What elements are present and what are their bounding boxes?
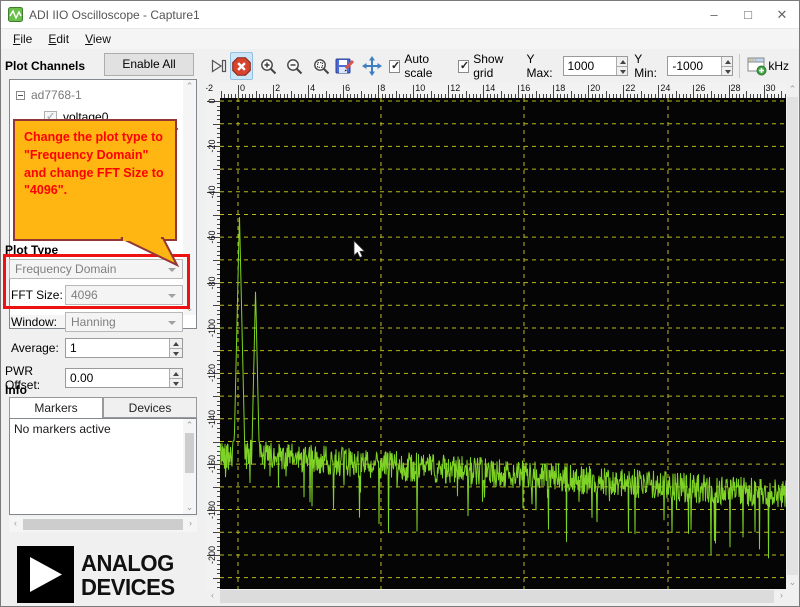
stop-capture-icon[interactable] (230, 52, 254, 80)
pan-icon[interactable] (361, 52, 383, 80)
pwr-offset-spinbox (65, 368, 183, 388)
show-grid-control: Show grid (457, 52, 519, 80)
window-controls: – □ ✕ (697, 1, 799, 28)
y-axis-ruler: 0 -20 -40 -60 -80 -100 -120 -140 -160 -180 -200 (206, 98, 220, 589)
y-min-input[interactable] (668, 57, 721, 75)
logo-line2: DEVICES (81, 573, 175, 600)
zoom-in-icon[interactable] (257, 52, 279, 80)
sidebar: Plot Channels Enable All ad7768-1 voltag… (1, 49, 206, 606)
y-max-label: Y Max: (526, 52, 553, 80)
maximize-button[interactable]: □ (731, 1, 765, 28)
average-label: Average: (11, 341, 59, 355)
capture-play-icon[interactable] (208, 52, 230, 80)
tree-device-row[interactable]: ad7768-1 (16, 88, 82, 102)
save-plot-icon[interactable] (334, 52, 356, 80)
scroll-up-icon[interactable]: ⌃ (183, 80, 196, 93)
window-row: Window: Hanning (11, 312, 183, 332)
spin-down-icon[interactable] (170, 378, 182, 387)
spin-down-icon[interactable] (721, 66, 733, 75)
scroll-down-icon[interactable]: ⌄ (183, 501, 196, 514)
info-horizontal-scrollbar[interactable]: ‹ › (9, 517, 197, 532)
info-tabs: Markers Devices (9, 397, 197, 418)
info-section-label: Info (5, 383, 27, 397)
y-max-spinbox (562, 56, 629, 76)
menu-edit[interactable]: Edit (40, 30, 77, 48)
scroll-down-icon[interactable]: ⌄ (786, 576, 799, 589)
plot-channels-label: Plot Channels (5, 59, 86, 73)
scroll-up-icon[interactable]: ⌃ (183, 419, 196, 432)
x-axis-ruler: -202468101214161820222426283032 (206, 83, 788, 98)
menu-bar: File Edit View (1, 29, 799, 49)
device-label: ad7768-1 (31, 88, 82, 102)
average-spinbox (65, 338, 183, 358)
instruction-callout: Change the plot type to "Frequency Domai… (13, 119, 177, 241)
logo-line1: ANALOG (81, 549, 174, 576)
scroll-right-icon[interactable]: › (775, 589, 788, 602)
toolbar-separator (739, 54, 740, 78)
zoom-out-icon[interactable] (283, 52, 305, 80)
spin-down-icon[interactable] (616, 66, 628, 75)
show-grid-checkbox[interactable] (457, 59, 469, 73)
window-select[interactable]: Hanning (65, 312, 183, 332)
zoom-fit-icon[interactable] (310, 52, 332, 80)
scrollbar-thumb[interactable] (220, 590, 774, 603)
y-max-input[interactable] (563, 57, 616, 75)
info-vertical-scrollbar[interactable]: ⌃ ⌄ (183, 419, 196, 514)
pwr-offset-row: PWR Offset: (5, 364, 183, 392)
scroll-right-icon[interactable]: › (184, 517, 197, 530)
x-axis-unit-label: kHz (768, 59, 789, 73)
menu-file[interactable]: File (5, 30, 40, 48)
average-input[interactable] (66, 339, 170, 357)
scrollbar-thumb[interactable] (185, 433, 194, 473)
y-min-label: Y Min: (634, 52, 657, 80)
window-value: Hanning (71, 315, 116, 329)
spin-up-icon[interactable] (170, 369, 182, 379)
app-icon (8, 7, 23, 22)
plot-area[interactable] (219, 98, 789, 589)
scroll-up-icon[interactable]: ⌃ (786, 83, 799, 96)
y-min-spinbox (667, 56, 734, 76)
markers-status-text: No markers active (14, 422, 111, 436)
new-plot-icon[interactable] (746, 52, 768, 80)
auto-scale-checkbox[interactable] (389, 59, 401, 73)
spin-up-icon[interactable] (721, 57, 733, 67)
chevron-down-icon (168, 321, 176, 325)
callout-tail (120, 237, 180, 267)
spin-up-icon[interactable] (170, 339, 182, 349)
average-row: Average: (11, 338, 183, 358)
close-button[interactable]: ✕ (765, 1, 799, 28)
app-window: ADI IIO Oscilloscope - Capture1 – □ ✕ Fi… (0, 0, 800, 607)
markers-info-panel: No markers active ⌃ ⌄ (9, 418, 197, 515)
plot-vertical-scrollbar[interactable]: ⌃ ⌄ (786, 83, 799, 589)
spin-up-icon[interactable] (616, 57, 628, 67)
menu-view[interactable]: View (77, 30, 119, 48)
plot-horizontal-scrollbar[interactable]: ‹ › (206, 589, 788, 604)
analog-devices-logo: ANALOG DEVICES (17, 546, 178, 603)
window-label: Window: (11, 315, 58, 329)
auto-scale-label: Auto scale (404, 52, 433, 80)
tab-markers[interactable]: Markers (9, 397, 103, 418)
pwr-offset-input[interactable] (66, 369, 170, 387)
plot-pane: Auto scale Show grid Y Max: Y Min: (206, 49, 799, 606)
spin-down-icon[interactable] (170, 348, 182, 357)
enable-all-button[interactable]: Enable All (104, 53, 194, 76)
tab-devices[interactable]: Devices (103, 397, 197, 418)
scrollbar-thumb[interactable] (787, 97, 798, 575)
auto-scale-control: Auto scale (389, 52, 452, 80)
fft-plot (219, 98, 789, 589)
scroll-left-icon[interactable]: ‹ (206, 589, 219, 602)
window-title: ADI IIO Oscilloscope - Capture1 (29, 7, 200, 22)
minimize-button[interactable]: – (697, 1, 731, 28)
collapse-expander-icon[interactable] (16, 90, 25, 100)
title-bar: ADI IIO Oscilloscope - Capture1 – □ ✕ (1, 1, 799, 29)
show-grid-label: Show grid (473, 52, 504, 80)
scrollbar-thumb[interactable] (23, 519, 183, 530)
plot-toolbar: Auto scale Show grid Y Max: Y Min: (206, 49, 799, 83)
plot-channels-header: Plot Channels Enable All (5, 53, 198, 77)
adi-triangle-icon (17, 546, 74, 603)
scroll-left-icon[interactable]: ‹ (9, 517, 22, 530)
